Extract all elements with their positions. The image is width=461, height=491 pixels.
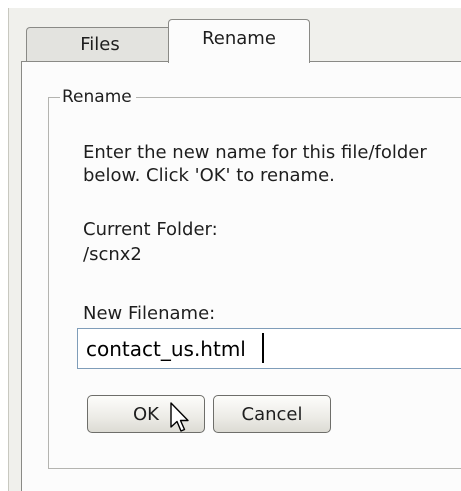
rename-group-legend: Rename xyxy=(60,85,136,109)
tab-files[interactable]: Files xyxy=(26,27,174,62)
instructions-line-2: below. Click 'OK' to rename. xyxy=(83,165,335,186)
cancel-button[interactable]: Cancel xyxy=(213,395,331,433)
text-caret xyxy=(262,333,264,363)
current-folder-value: /scnx2 xyxy=(83,244,142,265)
mouse-pointer-icon xyxy=(170,402,189,432)
current-folder-label: Current Folder: xyxy=(83,219,218,240)
tab-rename[interactable]: Rename xyxy=(168,19,310,63)
new-filename-input[interactable] xyxy=(77,328,461,369)
instructions-text: Enter the new name for this file/folder … xyxy=(83,141,427,187)
new-filename-label: New Filename: xyxy=(83,303,216,324)
instructions-line-1: Enter the new name for this file/folder xyxy=(83,142,427,163)
